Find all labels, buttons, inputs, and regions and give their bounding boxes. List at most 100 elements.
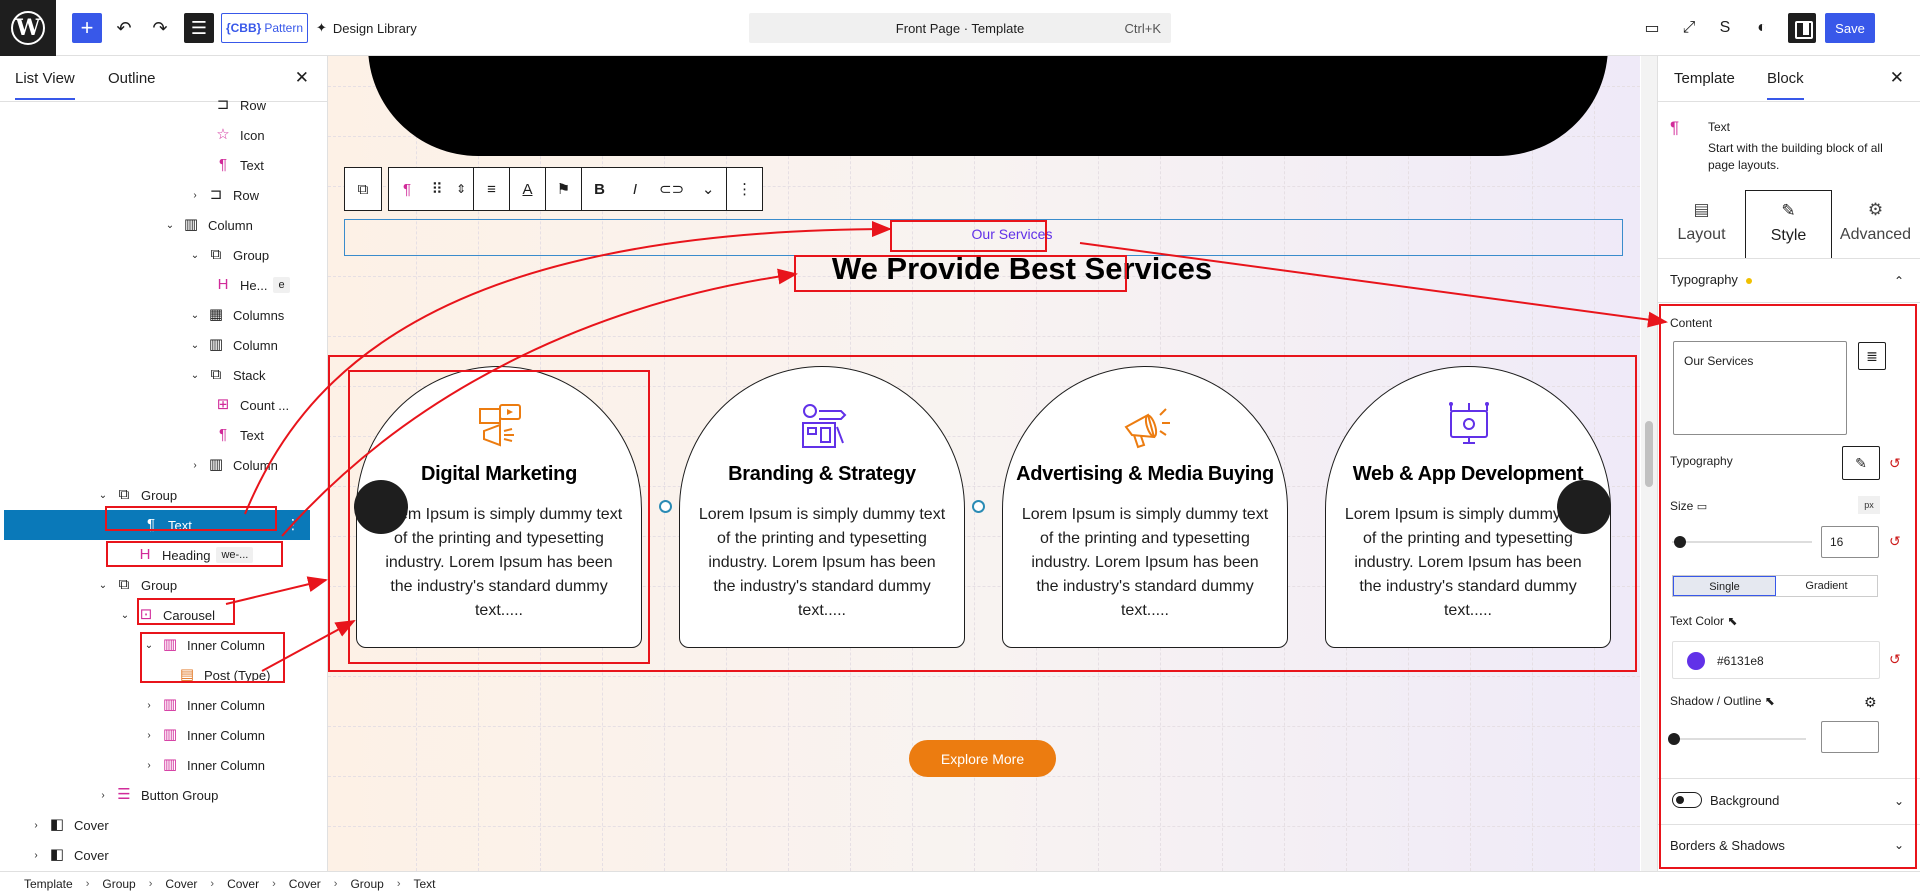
gear-icon: ⚙ — [1867, 200, 1884, 219]
list-item[interactable]: › ▥ Inner Column — [0, 690, 327, 720]
breadcrumb: Template › Group › Cover › Cover › Cover › Gr… — [0, 871, 1920, 895]
inner-column-icon: ▥ — [162, 696, 178, 713]
contrast-toggle-icon[interactable]: ◐ — [1750, 15, 1774, 41]
flag-icon[interactable]: ⚑ — [545, 168, 581, 210]
paragraph-icon: ¶ — [218, 156, 228, 173]
breadcrumb-item[interactable]: Cover — [227, 877, 259, 891]
cover-icon: ◧ — [49, 846, 65, 863]
scrollbar-thumb[interactable] — [1645, 421, 1653, 487]
breadcrumb-item[interactable]: Cover — [165, 877, 197, 891]
list-item[interactable]: ⊐ Row — [0, 90, 327, 120]
list-item[interactable]: ¶ Text — [0, 150, 327, 180]
chevron-down-icon[interactable]: ⌄ — [189, 340, 201, 351]
breadcrumb-item[interactable]: Cover — [289, 877, 321, 891]
list-item[interactable]: › ☰ Button Group — [0, 780, 327, 810]
text-color-icon[interactable]: A — [509, 168, 545, 210]
annotation-box — [140, 632, 285, 683]
paragraph-icon: ¶ — [218, 426, 228, 443]
tab-advanced[interactable]: ⚙ Advanced — [1832, 190, 1919, 258]
group-icon: ⧉ — [118, 576, 130, 593]
list-item[interactable]: ⌄ ▥ Column — [0, 330, 327, 360]
typography-section-header[interactable]: Typography — [1670, 272, 1752, 287]
list-item[interactable]: › ⊐ Row — [0, 180, 327, 210]
tab-outline[interactable]: Outline — [108, 70, 156, 87]
close-icon[interactable]: ✕ — [295, 68, 309, 88]
list-item[interactable]: ⊞ Count ... — [0, 390, 327, 420]
pattern-button[interactable]: {CBB} Pattern — [221, 13, 308, 43]
bold-icon[interactable]: B — [581, 168, 617, 210]
undo-icon[interactable]: ↶ — [110, 13, 138, 43]
paragraph-icon[interactable]: ¶ — [389, 168, 425, 210]
chevron-down-icon[interactable]: ⌄ — [189, 310, 201, 321]
chevron-right-icon[interactable]: › — [30, 850, 42, 861]
chevron-right-icon[interactable]: › — [189, 460, 201, 471]
list-item[interactable]: ⌄ ⧉ Group — [0, 570, 327, 600]
list-view-toggle-icon[interactable]: ☰ — [184, 13, 214, 43]
chevron-down-icon[interactable]: ⌄ — [164, 220, 176, 231]
link-icon[interactable]: ⊂⊃ — [653, 168, 690, 210]
list-item[interactable]: ⌄ ▥ Column — [0, 210, 327, 240]
chevron-down-icon[interactable]: ⌄ — [189, 250, 201, 261]
close-icon[interactable]: ✕ — [1890, 68, 1904, 88]
list-item[interactable]: ⌄ ▦ Columns — [0, 300, 327, 330]
more-options-icon[interactable]: ⋮ — [286, 516, 300, 533]
breadcrumb-item[interactable]: Group — [102, 877, 135, 891]
chevron-down-icon[interactable]: ⌄ — [97, 490, 109, 501]
chevron-up-icon[interactable]: ⌃ — [1894, 274, 1904, 288]
tab-template[interactable]: Template — [1674, 70, 1735, 87]
annotation-box — [1659, 304, 1917, 869]
list-item[interactable]: ⌄ ⧉ Group — [0, 240, 327, 270]
list-item[interactable]: › ◧ Cover — [0, 840, 327, 870]
tab-layout[interactable]: ▤ Layout — [1658, 190, 1745, 258]
save-button[interactable]: Save — [1825, 13, 1875, 43]
chevron-right-icon[interactable]: › — [97, 790, 109, 801]
list-item[interactable]: › ▥ Column — [0, 450, 327, 480]
chevron-right-icon[interactable]: › — [189, 190, 201, 201]
chevron-right-icon[interactable]: › — [143, 730, 155, 741]
italic-icon[interactable]: I — [617, 168, 653, 210]
chevron-down-icon[interactable]: ⌄ — [97, 580, 109, 591]
breadcrumb-item[interactable]: Text — [414, 877, 436, 891]
chevron-right-icon[interactable]: › — [143, 700, 155, 711]
list-item[interactable]: ⌄ ⧉ Stack — [0, 360, 327, 390]
select-parent-icon[interactable]: ⧉ — [345, 168, 381, 210]
document-title: Front Page · Template — [895, 21, 1025, 36]
list-item[interactable]: › ▥ Inner Column — [0, 750, 327, 780]
block-options-icon[interactable]: ⋮ — [726, 168, 762, 210]
external-preview-icon[interactable]: ⤢ — [1677, 15, 1701, 41]
redo-icon[interactable]: ↷ — [146, 13, 174, 43]
breadcrumb-item[interactable]: Group — [350, 877, 383, 891]
list-item[interactable]: › ◧ Cover — [0, 810, 327, 840]
list-item[interactable]: › ▥ Inner Column — [0, 720, 327, 750]
desktop-preview-icon[interactable]: ▭ — [1640, 15, 1664, 41]
list-item[interactable]: ☆ Icon — [0, 120, 327, 150]
inner-column-icon: ▥ — [162, 726, 178, 743]
design-library-label: Design Library — [332, 20, 417, 36]
wordpress-logo-icon[interactable]: W — [0, 0, 56, 56]
chevron-down-icon[interactable]: ⌄ — [119, 610, 131, 621]
chevron-right-icon: › — [396, 877, 401, 890]
spectra-logo-icon[interactable]: S — [1713, 15, 1737, 41]
breadcrumb-item[interactable]: Template — [24, 877, 73, 891]
align-center-icon[interactable]: ≡ — [473, 168, 509, 210]
tab-style[interactable]: ✎ Style — [1745, 190, 1832, 258]
move-up-down-icon[interactable]: ⇕ — [449, 168, 473, 210]
explore-more-button[interactable]: Explore More — [909, 740, 1056, 777]
row-icon: ⊐ — [216, 96, 230, 113]
list-item[interactable]: ¶ Text — [0, 420, 327, 450]
chevron-right-icon[interactable]: › — [30, 820, 42, 831]
editor-canvas: ⧉ ¶ ⠿ ⇕ ≡ A ⚑ B I ⊂⊃ ⌄ ⋮ Our Services We… — [328, 56, 1640, 871]
settings-panel-toggle-icon[interactable] — [1788, 13, 1816, 43]
hero-black-shape — [368, 56, 1608, 156]
drag-handle-icon[interactable]: ⠿ — [425, 168, 449, 210]
command-palette-bar[interactable]: Front Page · Template Ctrl+K — [749, 13, 1171, 43]
design-library-button[interactable]: ✦ Design Library — [316, 13, 417, 43]
chevron-down-icon[interactable]: ⌄ — [189, 370, 201, 381]
more-formats-chevron-icon[interactable]: ⌄ — [690, 168, 726, 210]
chevron-right-icon: › — [210, 877, 215, 890]
tab-block[interactable]: Block — [1767, 70, 1804, 100]
chevron-right-icon[interactable]: › — [143, 760, 155, 771]
list-item[interactable]: H He... e — [0, 270, 327, 300]
canvas-scrollbar[interactable] — [1641, 56, 1657, 871]
add-block-button[interactable]: + — [72, 13, 102, 43]
